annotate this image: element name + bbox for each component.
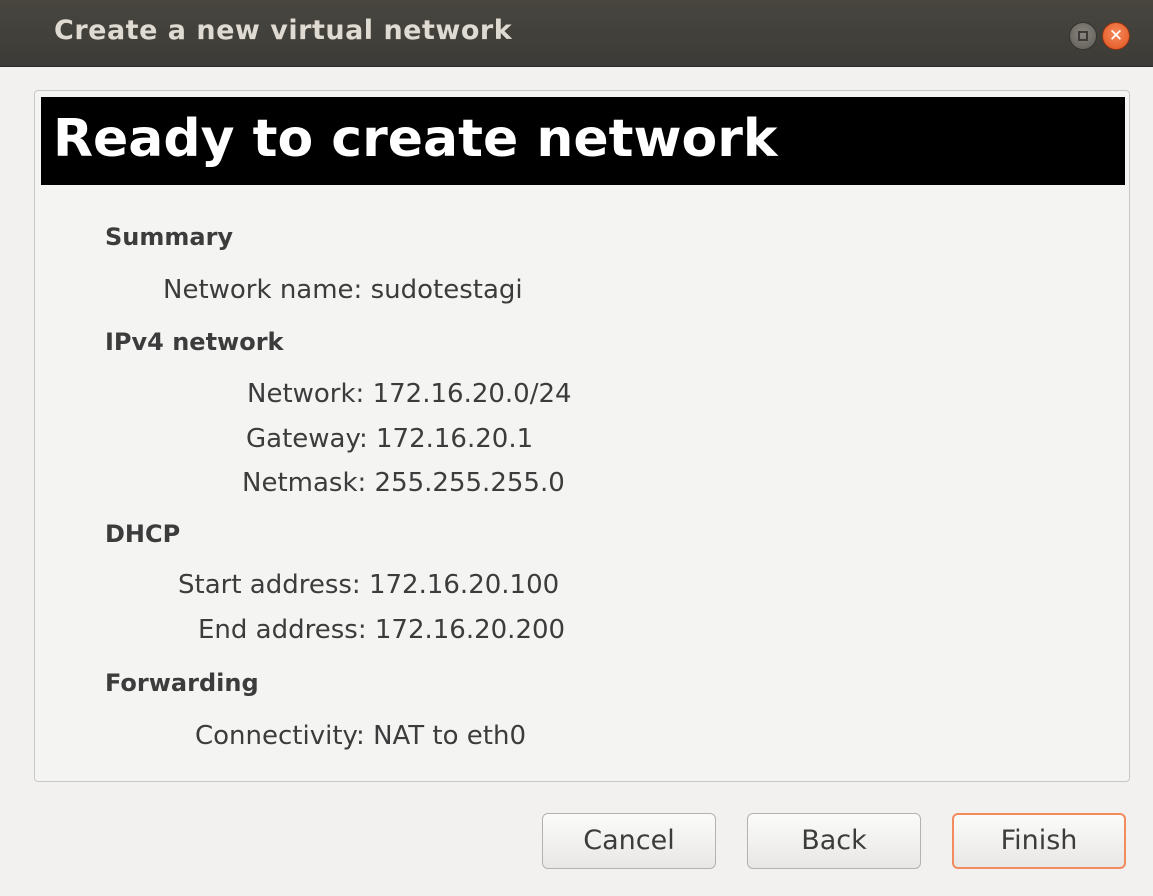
network-name-value: sudotestagi — [370, 275, 523, 305]
ipv4-netmask-label: Netmask: — [242, 468, 367, 498]
dialog-window: Create a new virtual network ✕ Ready to … — [0, 0, 1153, 896]
summary-panel: Ready to create network Summary Network … — [34, 90, 1130, 782]
ipv4-gateway-value: 172.16.20.1 — [376, 424, 534, 454]
connectivity-label: Connectivity: — [195, 721, 365, 751]
dhcp-end-value: 172.16.20.200 — [374, 615, 566, 645]
connectivity-value: NAT to eth0 — [373, 721, 527, 751]
ipv4-gateway-row: Gateway: 172.16.20.1 — [246, 424, 533, 454]
button-bar: Cancel Back Finish — [0, 800, 1153, 896]
dhcp-end-label: End address: — [198, 615, 367, 645]
back-button[interactable]: Back — [747, 813, 921, 869]
dhcp-start-value: 172.16.20.100 — [368, 570, 560, 600]
section-heading-summary: Summary — [105, 223, 234, 251]
network-name-label: Network name: — [163, 275, 363, 305]
section-heading-forwarding: Forwarding — [105, 669, 259, 697]
page-title: Ready to create network — [53, 109, 778, 169]
ipv4-network-label: Network: — [247, 379, 365, 409]
section-heading-dhcp: DHCP — [105, 520, 181, 548]
close-button[interactable]: ✕ — [1102, 22, 1130, 50]
title-bar[interactable]: Create a new virtual network ✕ — [0, 0, 1153, 67]
dhcp-start-row: Start address: 172.16.20.100 — [178, 570, 559, 600]
section-heading-ipv4: IPv4 network — [105, 328, 284, 356]
page-header: Ready to create network — [41, 97, 1125, 185]
ipv4-network-value: 172.16.20.0/24 — [372, 379, 572, 409]
connectivity-row: Connectivity: NAT to eth0 — [195, 721, 526, 751]
window-title: Create a new virtual network — [54, 15, 513, 46]
maximize-icon — [1078, 31, 1088, 41]
network-name-row: Network name: sudotestagi — [163, 275, 523, 305]
ipv4-network-row: Network: 172.16.20.0/24 — [247, 379, 572, 409]
dhcp-start-label: Start address: — [178, 570, 361, 600]
cancel-button[interactable]: Cancel — [542, 813, 716, 869]
dhcp-end-row: End address: 172.16.20.200 — [198, 615, 565, 645]
maximize-button[interactable] — [1069, 22, 1097, 50]
finish-button[interactable]: Finish — [952, 813, 1126, 869]
close-icon: ✕ — [1108, 26, 1124, 46]
ipv4-netmask-row: Netmask: 255.255.255.0 — [242, 468, 565, 498]
ipv4-netmask-value: 255.255.255.0 — [374, 468, 565, 498]
ipv4-gateway-label: Gateway: — [246, 424, 368, 454]
